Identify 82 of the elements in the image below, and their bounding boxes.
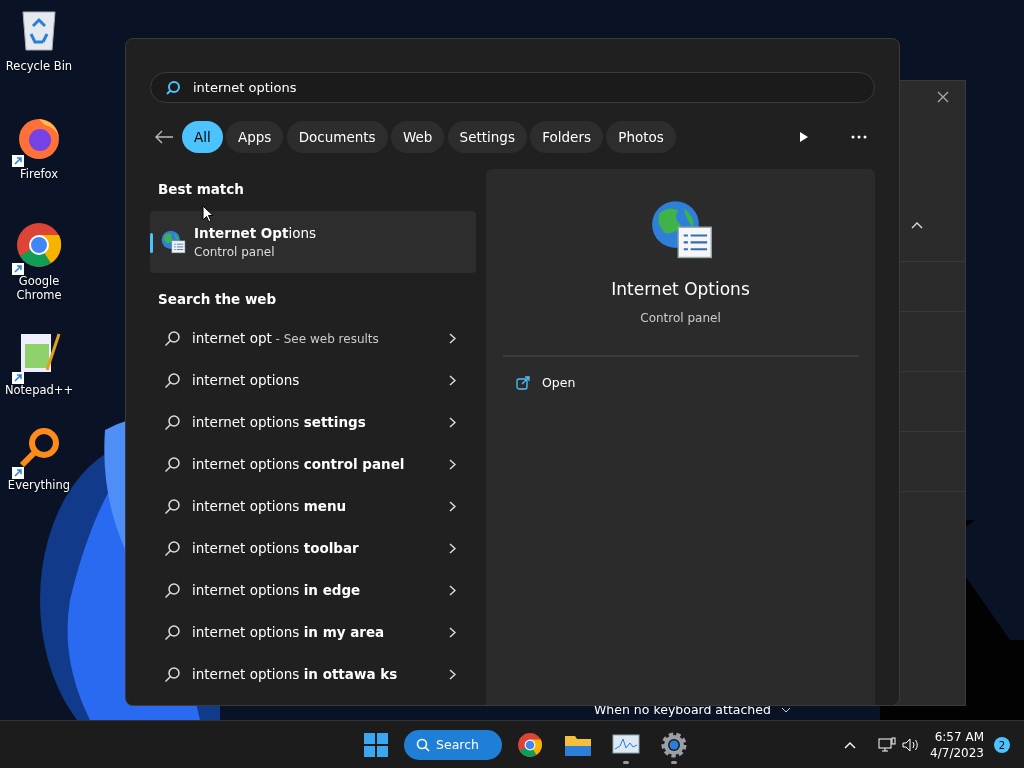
chevron-right-icon: [449, 501, 456, 512]
date-text: 4/7/2023: [930, 745, 984, 761]
chart-window-icon: [612, 734, 640, 756]
taskbar-search-button[interactable]: Search: [404, 730, 502, 760]
suggestion-text: internet options menu: [192, 498, 347, 515]
chrome-icon[interactable]: [15, 220, 63, 269]
web-suggestion[interactable]: internet options in ottawa ks: [150, 653, 476, 696]
suggestion-text: internet options settings: [192, 414, 366, 431]
internet-options-icon: [160, 229, 186, 256]
desktop-icon-label[interactable]: Recycle Bin: [5, 59, 73, 74]
network-icon[interactable]: [878, 737, 897, 753]
suggestion-note: - See web results: [274, 332, 379, 347]
web-suggestion[interactable]: internet options: [150, 359, 476, 402]
search-icon: [164, 540, 180, 557]
suggestion-text: internet options: [192, 372, 300, 389]
search-icon: [164, 414, 180, 431]
chevron-right-icon: [449, 417, 456, 428]
search-icon: [416, 738, 430, 752]
result-title: Internet Options: [194, 224, 317, 244]
web-suggestion[interactable]: internet options in edge: [150, 569, 476, 612]
web-suggestion[interactable]: internet options settings: [150, 401, 476, 444]
section-heading: Best match: [157, 180, 245, 199]
desktop-icon-label[interactable]: Firefox: [19, 166, 59, 181]
filter-tab[interactable]: Documents: [286, 121, 388, 153]
filter-tab[interactable]: Photos: [606, 121, 676, 153]
suggestion-text: internet options control panel: [192, 456, 405, 473]
search-icon: [164, 666, 180, 683]
suggestion-text: internet options in my area: [192, 624, 385, 641]
search-icon: [164, 624, 180, 641]
chevron-up-icon[interactable]: [911, 221, 923, 229]
chevron-right-icon: [449, 543, 456, 554]
suggestion-text: internet options toolbar: [192, 540, 359, 557]
web-suggestion[interactable]: internet options control panel: [150, 443, 476, 486]
web-suggestion[interactable]: internet options toolbar: [150, 527, 476, 570]
web-suggestion[interactable]: internet options in my area: [150, 611, 476, 654]
filter-tab[interactable]: Apps: [226, 121, 284, 153]
windows-logo-icon: [364, 733, 388, 757]
suggestion-text: internet options in ottawa ks: [192, 666, 398, 683]
chevron-right-icon: [449, 333, 456, 344]
close-icon[interactable]: [937, 91, 949, 103]
filter-tab[interactable]: Settings: [447, 121, 527, 153]
volume-icon[interactable]: [902, 737, 921, 753]
result-subtitle: Control panel: [194, 244, 276, 262]
chrome-icon: [517, 732, 543, 758]
clock[interactable]: 6:57 AM 4/7/2023: [930, 729, 984, 761]
web-suggestion[interactable]: internet opt - See web results: [150, 317, 476, 360]
play-icon: [799, 131, 809, 143]
filter-tab[interactable]: All: [182, 121, 223, 153]
preview-subtitle: Control panel: [640, 309, 721, 327]
suggestion-text: internet opt: [192, 330, 272, 347]
open-action[interactable]: Open: [510, 372, 582, 394]
cursor-icon: [202, 205, 214, 223]
filter-tab[interactable]: Folders: [530, 121, 603, 153]
search-input: internet options: [191, 76, 860, 99]
chevron-right-icon: [449, 375, 456, 386]
filter-tab[interactable]: Web: [390, 121, 445, 153]
chevron-right-icon: [449, 459, 456, 470]
preview-title: Internet Options: [611, 278, 750, 301]
web-suggestion[interactable]: internet options menu: [150, 485, 476, 528]
notification-badge[interactable]: 2: [994, 737, 1010, 753]
folder-icon: [565, 734, 591, 756]
search-icon: [164, 456, 180, 473]
suggestion-text: internet options in edge: [192, 582, 361, 599]
search-field[interactable]: internet options: [150, 72, 875, 103]
search-icon: [164, 330, 180, 347]
chevron-right-icon: [449, 627, 456, 638]
gear-icon: [661, 732, 687, 758]
desktop-icon-label[interactable]: Everything: [7, 478, 71, 493]
more-icon: [851, 135, 867, 139]
search-icon: [164, 582, 180, 599]
desktop-icon-label[interactable]: Google Chrome: [1, 273, 77, 302]
section-heading: Search the web: [157, 290, 278, 310]
best-match-result[interactable]: Internet Options Control panel: [150, 211, 476, 274]
time-text: 6:57 AM: [933, 729, 984, 745]
search-icon: [164, 372, 180, 389]
search-icon: [164, 498, 180, 515]
chevron-down-icon[interactable]: [780, 707, 791, 713]
chevron-right-icon: [449, 669, 456, 680]
chevron-right-icon: [449, 585, 456, 596]
search-icon: [165, 79, 181, 96]
desktop-icon-label[interactable]: Notepad++: [4, 383, 74, 397]
open-icon: [516, 375, 530, 390]
